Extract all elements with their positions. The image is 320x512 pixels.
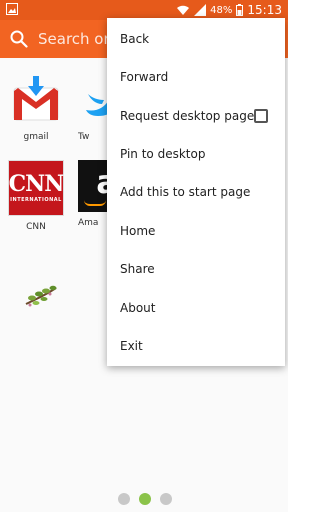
- amazon-icon: a: [78, 160, 108, 212]
- speed-dial-gmail[interactable]: gmail: [6, 74, 66, 142]
- menu-item-request-desktop-page[interactable]: Request desktop page: [107, 97, 285, 135]
- menu-item-forward[interactable]: Forward: [107, 58, 285, 96]
- page-dot[interactable]: [118, 493, 130, 505]
- gmail-icon: [10, 74, 62, 126]
- battery-icon: [236, 4, 244, 16]
- menu-item-label: Add this to start page: [120, 185, 251, 199]
- menu-item-pin-to-desktop[interactable]: Pin to desktop: [107, 135, 285, 173]
- clock: 15:13: [247, 3, 282, 17]
- menu-item-add-to-start-page[interactable]: Add this to start page: [107, 173, 285, 211]
- cnn-icon: CNN INTERNATIONAL: [8, 160, 64, 216]
- speed-dial-plant[interactable]: [12, 280, 72, 310]
- wifi-icon: [177, 5, 190, 15]
- status-bar: 48% 15:13: [0, 0, 288, 20]
- speed-dial-twitter[interactable]: Tw: [78, 74, 108, 142]
- page-dot[interactable]: [160, 493, 172, 505]
- page-indicator: [118, 493, 172, 505]
- signal-icon: [194, 4, 207, 16]
- menu-item-exit[interactable]: Exit: [107, 327, 285, 365]
- menu-item-label: Back: [120, 32, 150, 46]
- cnn-logo-subtext: INTERNATIONAL: [10, 197, 62, 203]
- speed-dial-cnn[interactable]: CNN INTERNATIONAL CNN: [6, 160, 66, 232]
- menu-item-label: Share: [120, 262, 155, 276]
- menu-item-label: Request desktop page: [120, 109, 255, 123]
- menu-item-share[interactable]: Share: [107, 250, 285, 288]
- tile-label: gmail: [23, 132, 49, 142]
- desktop-page-checkbox[interactable]: [254, 109, 268, 123]
- menu-item-about[interactable]: About: [107, 289, 285, 327]
- tile-label: Ama: [78, 218, 99, 228]
- amazon-smile-icon: [84, 200, 106, 206]
- browser-screen: 48% 15:13 Search or t gmail Tw CNN INTER…: [0, 0, 288, 512]
- menu-item-label: Exit: [120, 339, 143, 353]
- overflow-menu: Back Forward Request desktop page Pin to…: [107, 18, 285, 366]
- tile-label: Tw: [78, 132, 90, 142]
- menu-item-home[interactable]: Home: [107, 212, 285, 250]
- cnn-logo-text: CNN: [8, 171, 64, 197]
- page-dot-active[interactable]: [139, 493, 151, 505]
- menu-item-label: About: [120, 301, 156, 315]
- battery-percent: 48%: [210, 4, 233, 16]
- menu-item-back[interactable]: Back: [107, 20, 285, 58]
- tile-label: CNN: [26, 222, 46, 232]
- plant-icon: [22, 280, 62, 310]
- search-icon: [10, 30, 28, 48]
- speed-dial-amazon[interactable]: a Ama: [78, 160, 108, 228]
- image-icon: [6, 3, 18, 15]
- twitter-icon: [78, 74, 108, 126]
- menu-item-label: Forward: [120, 70, 169, 84]
- menu-item-label: Home: [120, 224, 156, 238]
- menu-item-label: Pin to desktop: [120, 147, 206, 161]
